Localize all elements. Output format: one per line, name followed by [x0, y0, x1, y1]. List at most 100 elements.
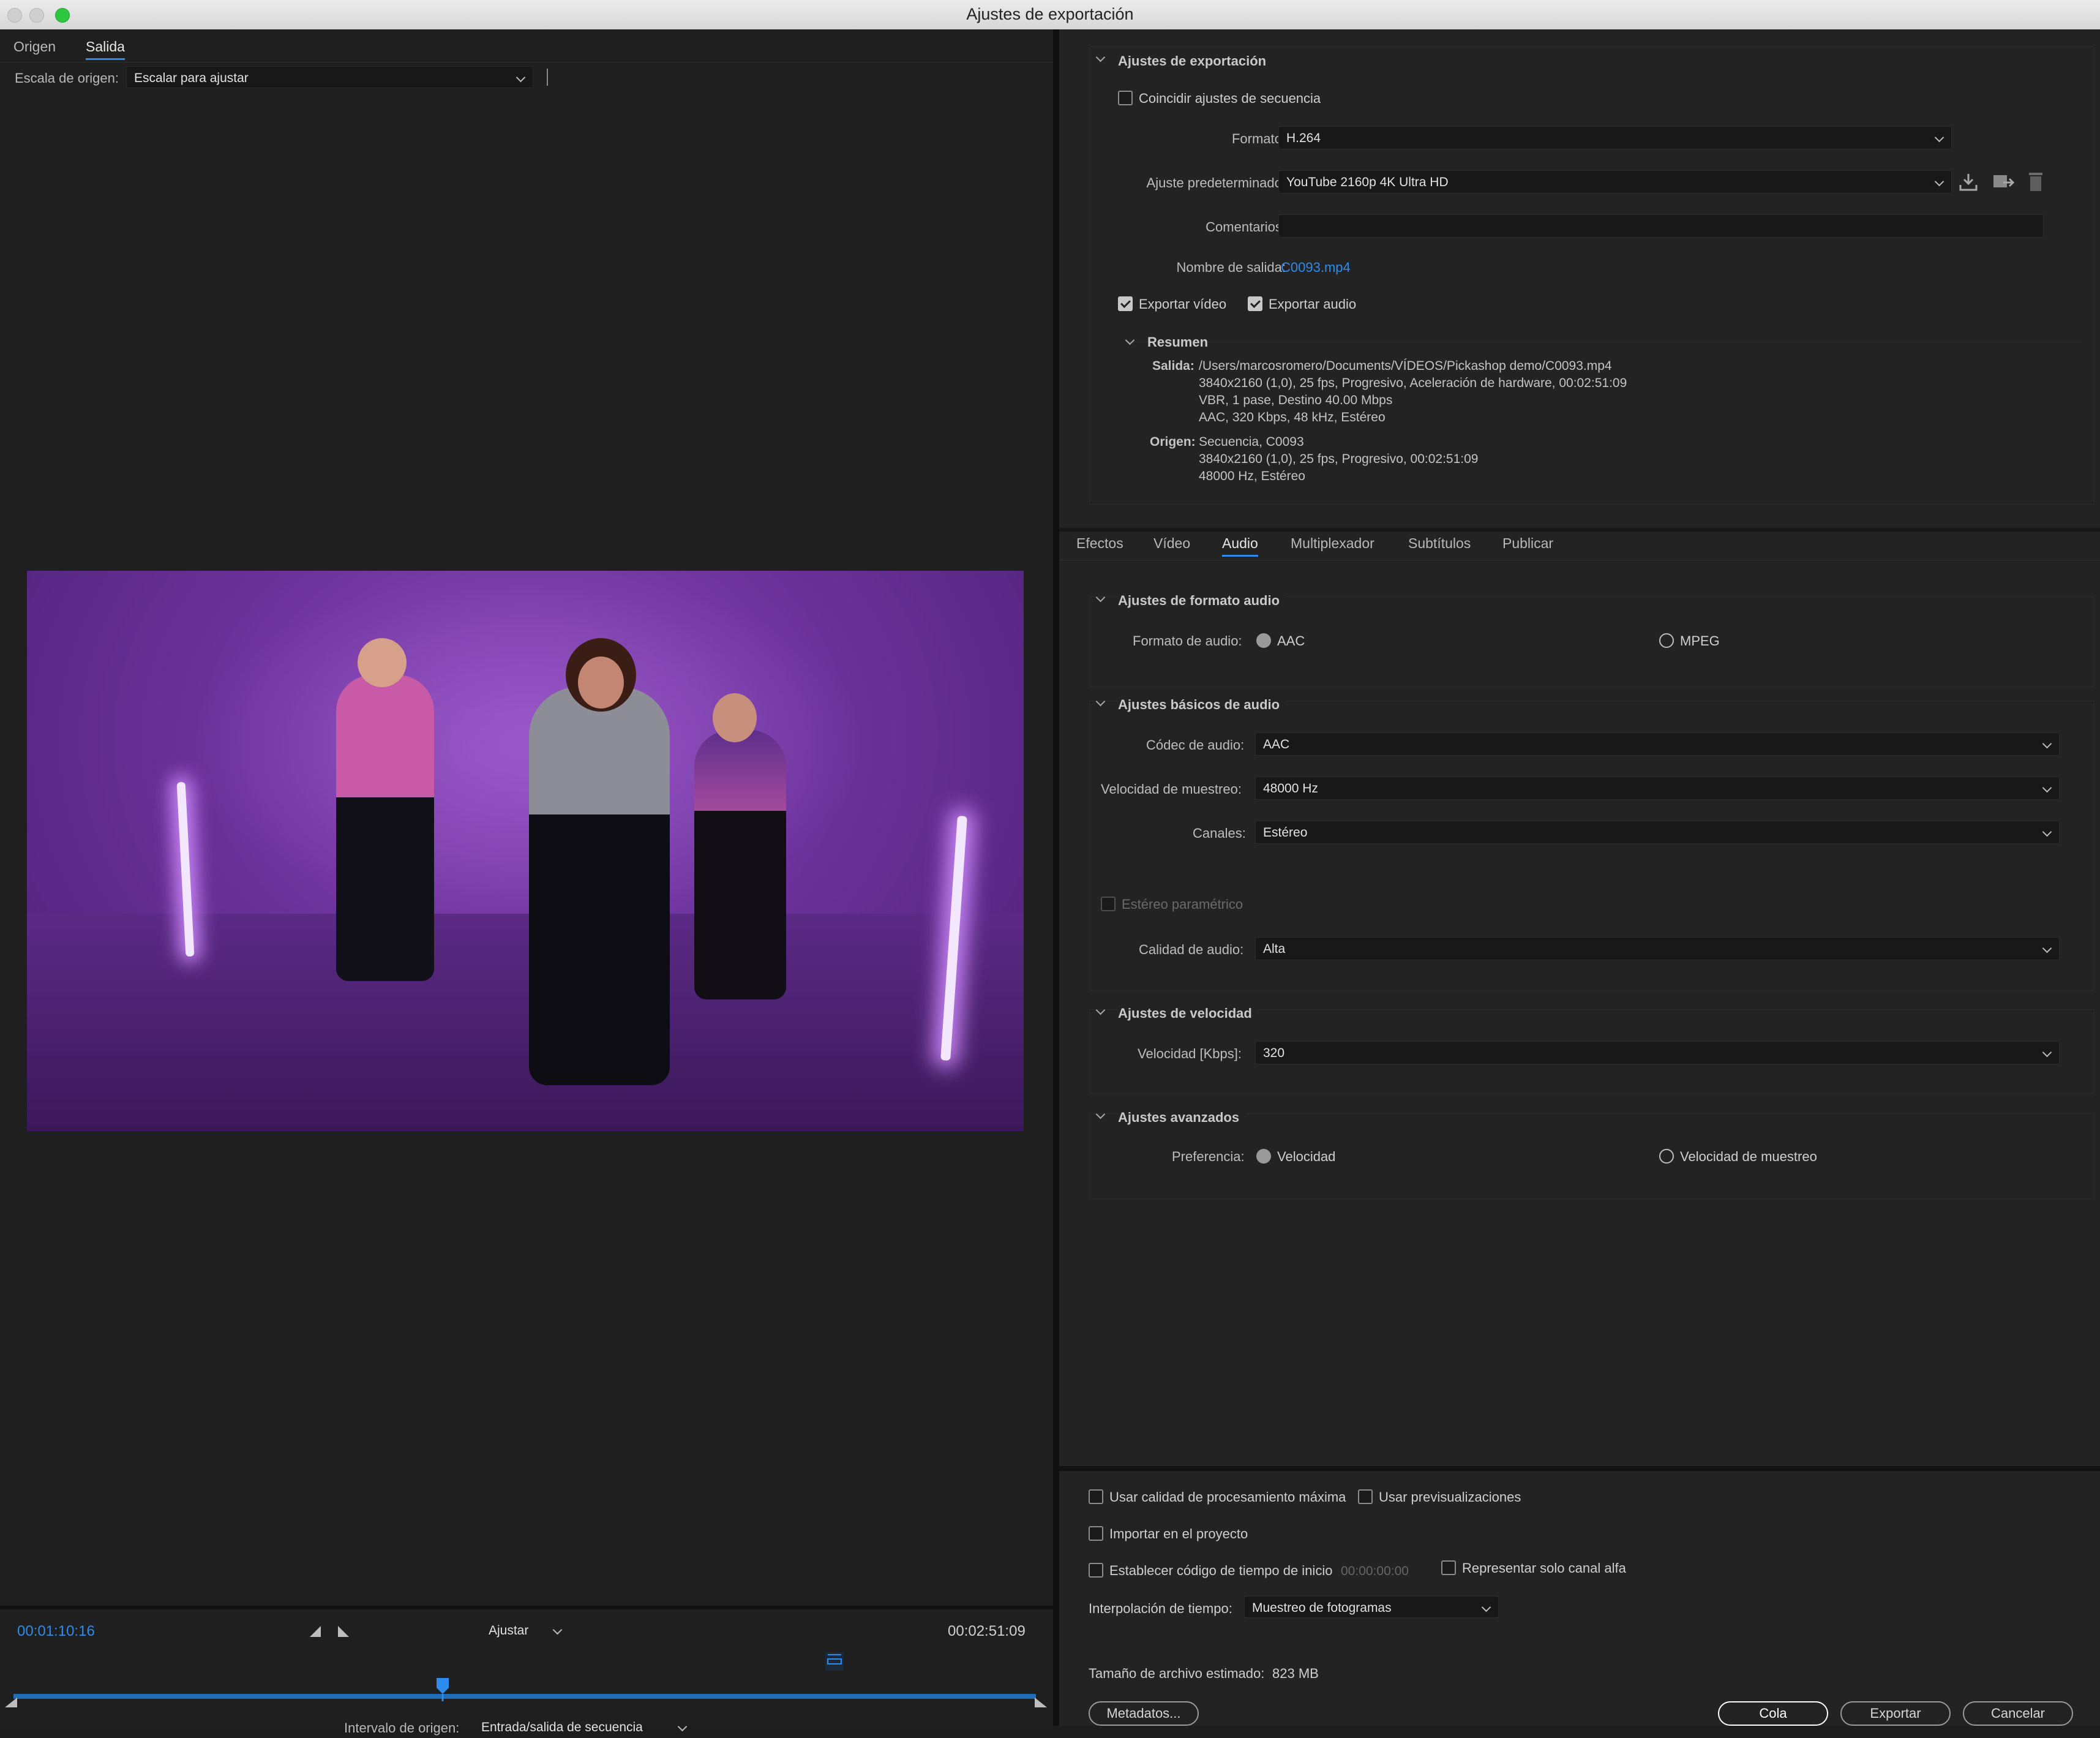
source-range-dropdown[interactable]: Entrada/salida de secuencia [474, 1716, 694, 1738]
playhead-icon[interactable] [435, 1677, 451, 1701]
parametric-stereo-label: Estéreo paramétrico [1122, 897, 1243, 912]
queue-button[interactable]: Cola [1718, 1701, 1828, 1726]
interpolation-dropdown[interactable]: Muestreo de fotogramas [1244, 1596, 1499, 1618]
chevron-down-icon [2042, 943, 2052, 954]
aac-option-label: AAC [1277, 633, 1305, 649]
source-scale-label: Escala de origen: [15, 70, 119, 86]
bitrate-heading: Ajustes de velocidad [1118, 1006, 1258, 1021]
tab-audio[interactable]: Audio [1222, 535, 1258, 557]
mpeg-option-label: MPEG [1680, 633, 1720, 649]
chevron-down-icon [1481, 1602, 1491, 1612]
chevron-down-icon [516, 72, 526, 83]
sample-rate-label: Velocidad de muestreo: [1101, 781, 1242, 797]
summary-heading: Resumen [1147, 334, 1209, 350]
out-point-icon[interactable] [1033, 1696, 1048, 1709]
bitrate-label: Velocidad [Kbps]: [1138, 1046, 1242, 1061]
use-previews-checkbox[interactable] [1358, 1489, 1373, 1504]
timecode-value[interactable]: 00:00:00:00 [1341, 1564, 1409, 1579]
export-video-checkbox[interactable] [1118, 296, 1133, 311]
advanced-heading: Ajustes avanzados [1118, 1110, 1246, 1126]
export-audio-checkbox[interactable] [1248, 296, 1262, 311]
chevron-down-icon [552, 1625, 563, 1635]
tab-multiplexador[interactable]: Multiplexador [1291, 535, 1374, 552]
alpha-only-checkbox[interactable] [1441, 1560, 1456, 1575]
metadata-button[interactable]: Metadatos... [1089, 1701, 1199, 1726]
max-quality-checkbox[interactable] [1089, 1489, 1103, 1504]
mark-out-icon[interactable] [337, 1625, 350, 1638]
delete-preset-icon[interactable] [2027, 170, 2045, 192]
summary-source-details: Secuencia, C0093 3840x2160 (1,0), 25 fps… [1199, 435, 1479, 483]
export-settings-heading: Ajustes de exportación [1118, 53, 1267, 69]
export-audio-label: Exportar audio [1269, 296, 1357, 312]
set-timecode-checkbox[interactable] [1089, 1563, 1103, 1578]
filesize-value: 823 MB [1272, 1666, 1319, 1681]
scale-divider [547, 69, 548, 86]
in-point-icon[interactable] [4, 1696, 18, 1709]
interpolation-label: Interpolación de tiempo: [1089, 1601, 1232, 1616]
floor [27, 914, 1024, 1131]
filesize-label: Tamaño de archivo estimado: [1089, 1666, 1265, 1681]
sample-rate-radio[interactable] [1659, 1149, 1674, 1164]
export-button[interactable]: Exportar [1840, 1701, 1951, 1726]
pane-divider[interactable] [1053, 29, 1059, 1726]
tab-origen[interactable]: Origen [13, 39, 56, 55]
settings-pane: Ajustes de exportación Coincidir ajustes… [1059, 29, 2100, 1726]
tab-salida[interactable]: Salida [86, 39, 125, 60]
dancer-right [694, 730, 786, 999]
summary-output-label: Salida: [1152, 359, 1194, 373]
fit-zoom-dropdown[interactable]: Ajustar [481, 1619, 569, 1641]
title-bar: Ajustes de exportación [0, 0, 2100, 30]
video-preview [27, 571, 1024, 1131]
mark-in-icon[interactable] [309, 1625, 322, 1638]
sample-rate-dropdown[interactable]: 48000 Hz [1255, 777, 2060, 800]
comments-label: Comentarios: [1206, 219, 1286, 235]
timeline-track[interactable] [13, 1694, 1036, 1699]
current-timecode[interactable]: 00:01:10:16 [17, 1623, 95, 1640]
basic-audio-heading: Ajustes básicos de audio [1118, 697, 1286, 713]
audio-format-label: Formato de audio: [1133, 633, 1242, 649]
aac-radio[interactable] [1256, 633, 1271, 648]
speed-radio[interactable] [1256, 1149, 1271, 1164]
channels-label: Canales: [1193, 826, 1246, 841]
codec-dropdown[interactable]: AAC [1255, 732, 2060, 756]
tab-video[interactable]: Vídeo [1153, 535, 1190, 552]
cancel-button[interactable]: Cancelar [1963, 1701, 2073, 1726]
dancer-center [529, 687, 670, 1085]
format-dropdown[interactable]: H.264 [1278, 126, 1952, 149]
tab-publicar[interactable]: Publicar [1502, 535, 1553, 552]
codec-label: Códec de audio: [1146, 737, 1245, 753]
chevron-down-icon [677, 1721, 688, 1732]
set-timecode-label: Establecer código de tiempo de inicio [1109, 1563, 1333, 1578]
tab-subtitulos[interactable]: Subtítulos [1408, 535, 1471, 552]
save-preset-icon[interactable] [1958, 171, 1979, 192]
import-preset-icon[interactable] [1992, 171, 2014, 192]
bitrate-dropdown[interactable]: 320 [1255, 1041, 2060, 1064]
summary-source-label: Origen: [1150, 435, 1196, 449]
source-range-label: Intervalo de origen: [344, 1720, 460, 1736]
quality-label: Calidad de audio: [1139, 942, 1244, 957]
fit-timeline-icon[interactable] [824, 1651, 845, 1672]
channels-dropdown[interactable]: Estéreo [1255, 821, 2060, 844]
quality-dropdown[interactable]: Alta [1255, 937, 2060, 960]
audio-format-heading: Ajustes de formato audio [1118, 593, 1286, 609]
export-settings-window: Ajustes de exportación Origen Salida Esc… [0, 0, 2100, 1736]
export-video-label: Exportar vídeo [1139, 296, 1227, 312]
sample-rate-option-label: Velocidad de muestreo [1680, 1149, 1817, 1164]
preview-pane: Origen Salida Escala de origen: Escalar … [0, 29, 1053, 1736]
preset-dropdown[interactable]: YouTube 2160p 4K Ultra HD [1278, 170, 1952, 194]
mpeg-radio[interactable] [1659, 633, 1674, 648]
match-sequence-checkbox[interactable] [1118, 91, 1133, 105]
parametric-stereo-checkbox[interactable] [1101, 897, 1116, 911]
match-sequence-label: Coincidir ajustes de secuencia [1139, 91, 1321, 106]
comments-field[interactable] [1278, 214, 2044, 238]
dancer-left [336, 675, 434, 981]
preference-label: Preferencia: [1172, 1149, 1245, 1164]
preset-label: Ajuste predeterminado: [1146, 175, 1286, 190]
import-project-checkbox[interactable] [1089, 1526, 1103, 1541]
chevron-down-icon [2042, 1047, 2052, 1058]
alpha-only-label: Representar solo canal alfa [1462, 1560, 1626, 1576]
source-scale-dropdown[interactable]: Escalar para ajustar [126, 66, 533, 88]
chevron-down-icon [2042, 783, 2052, 793]
output-name-link[interactable]: C0093.mp4 [1281, 260, 1351, 276]
tab-efectos[interactable]: Efectos [1076, 535, 1123, 552]
